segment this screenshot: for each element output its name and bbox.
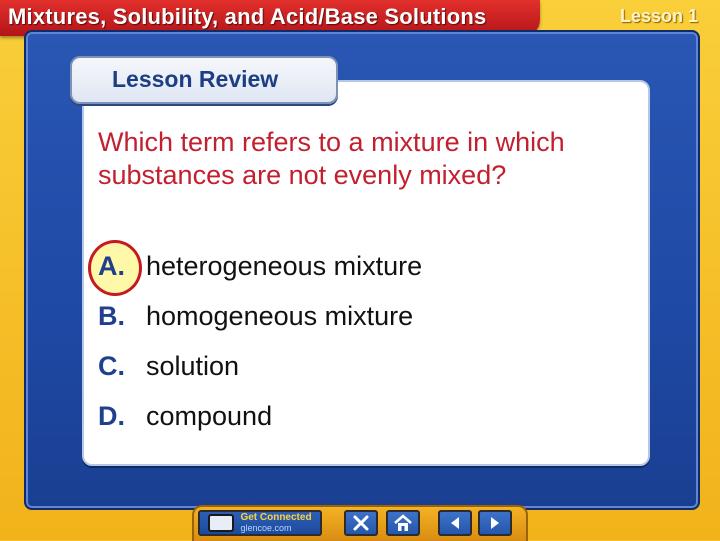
- previous-button[interactable]: [438, 510, 472, 536]
- option-text: homogeneous mixture: [146, 301, 414, 331]
- option-letter: C.: [98, 351, 125, 381]
- option-c[interactable]: C. solution: [98, 349, 239, 383]
- option-text: heterogeneous mixture: [146, 251, 423, 281]
- option-letter: D.: [98, 401, 125, 431]
- home-icon: [394, 514, 412, 531]
- lesson-label: Lesson 1: [619, 6, 698, 26]
- option-letter: B.: [98, 301, 125, 331]
- close-button[interactable]: [344, 510, 378, 536]
- option-text: compound: [146, 401, 273, 431]
- option-b[interactable]: B. homogeneous mixture: [98, 299, 413, 333]
- connect-label: Get Connected: [240, 512, 312, 523]
- home-button[interactable]: [386, 510, 420, 536]
- option-letter: A.: [98, 251, 125, 281]
- arrow-left-icon: [451, 517, 459, 529]
- lesson-review-tab: Lesson Review: [70, 56, 338, 104]
- option-d[interactable]: D. compound: [98, 399, 272, 433]
- get-connected-button[interactable]: Get Connected glencoe.com: [198, 510, 322, 536]
- next-button[interactable]: [478, 510, 512, 536]
- lesson-review-label: Lesson Review: [112, 66, 279, 92]
- connect-url: glencoe.com: [240, 523, 292, 533]
- question-text: Which term refers to a mixture in which …: [98, 127, 565, 190]
- option-text: solution: [146, 351, 240, 381]
- arrow-right-icon: [491, 517, 499, 529]
- option-a[interactable]: A. heterogeneous mixture: [98, 249, 422, 283]
- close-icon: [353, 515, 369, 531]
- slide-title: Mixtures, Solubility, and Acid/Base Solu…: [8, 4, 487, 29]
- computer-icon: [208, 514, 235, 532]
